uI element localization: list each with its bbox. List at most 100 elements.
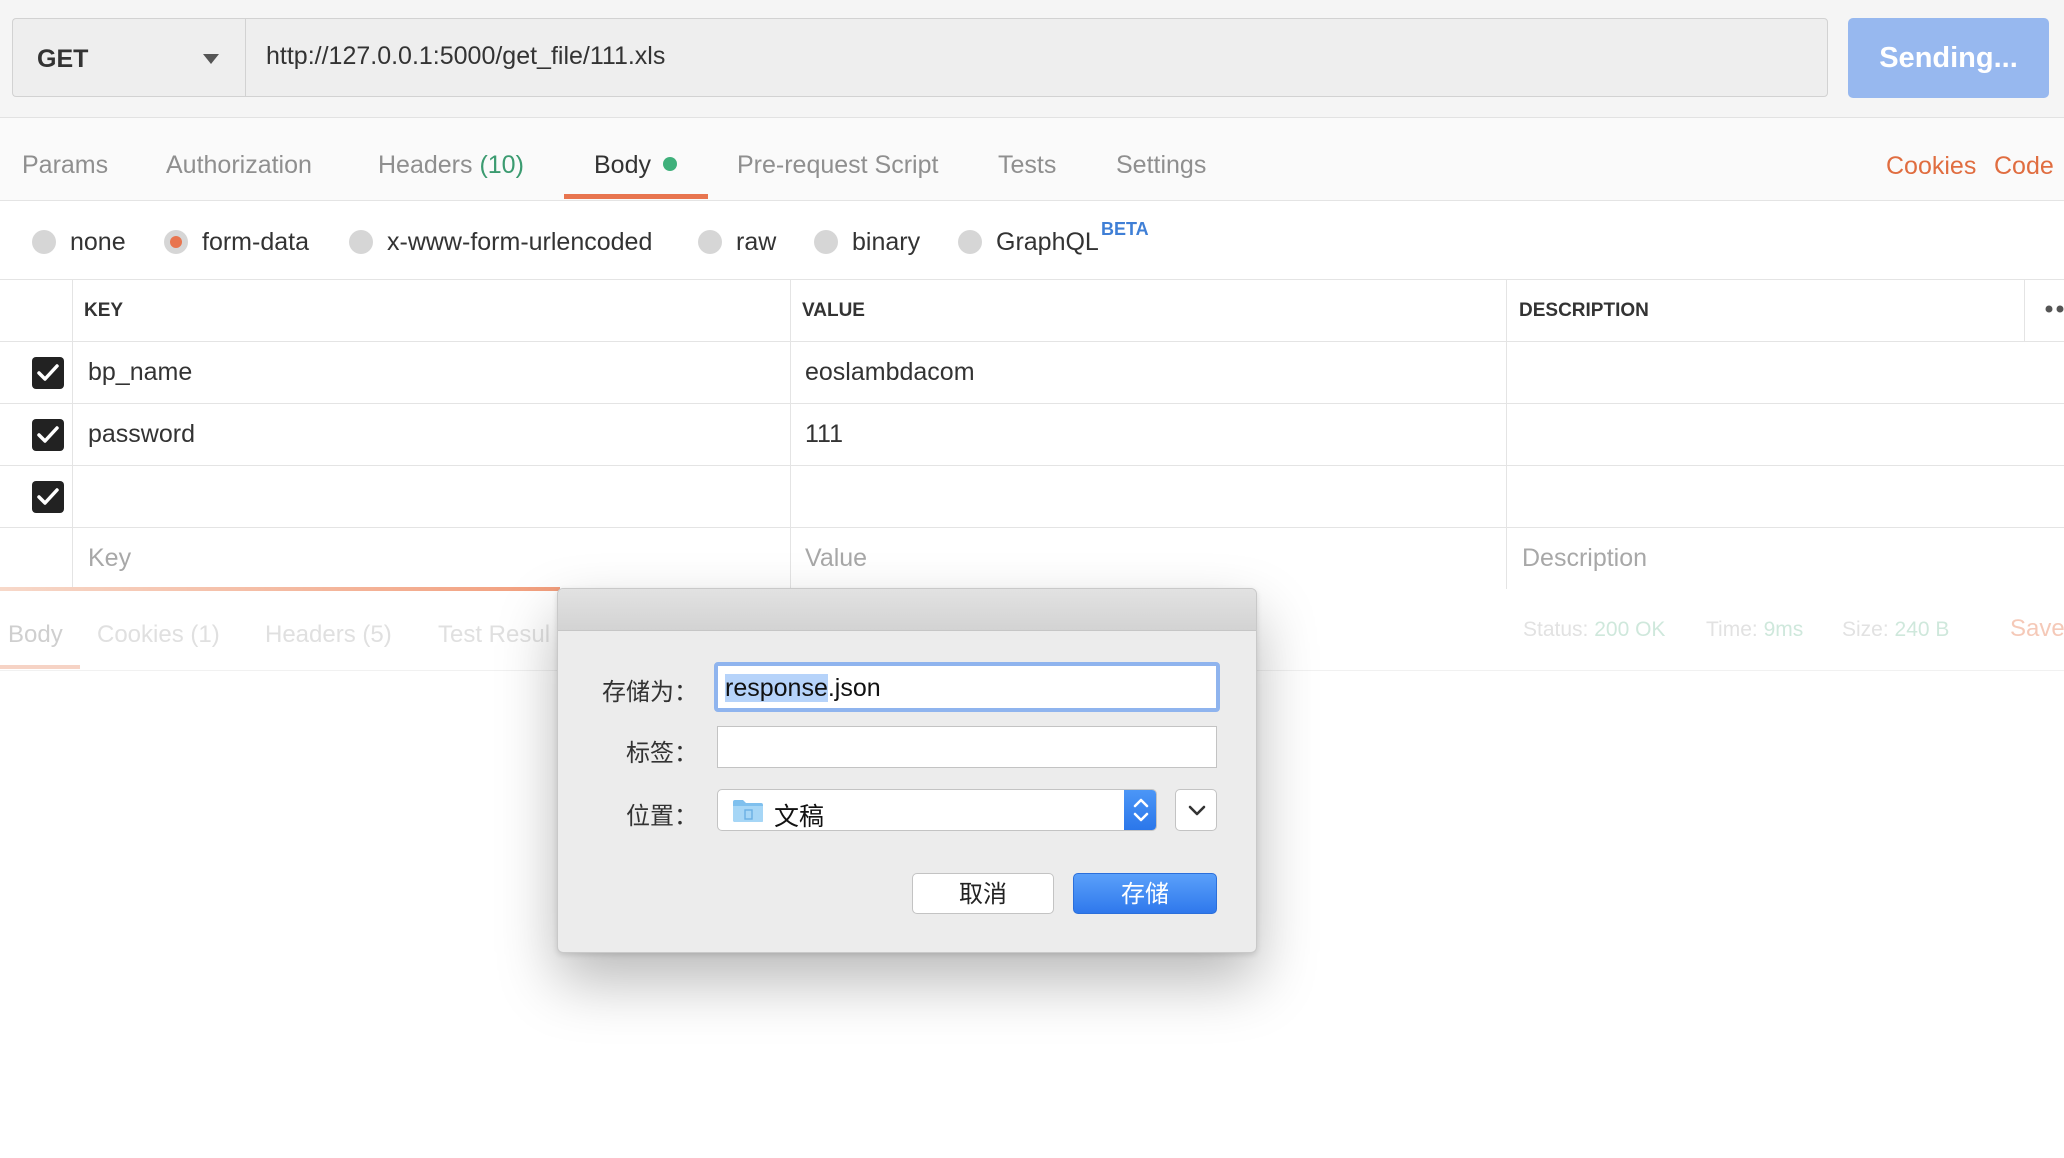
tags-label: 标签： [626, 740, 698, 767]
column-header-value: VALUE [802, 300, 865, 321]
table-row: bp_name eoslambdacom [0, 342, 2064, 404]
tab-headers-count: (10) [479, 151, 524, 179]
tags-input[interactable] [717, 726, 1217, 768]
folder-icon [732, 799, 764, 823]
description-placeholder[interactable]: Description [1522, 544, 1647, 573]
dialog-titlebar [558, 589, 1256, 631]
method-select[interactable]: GET [12, 18, 245, 97]
radio-none[interactable]: none [32, 227, 126, 257]
cookies-link[interactable]: Cookies [1886, 118, 1976, 214]
status-value: 200 OK [1594, 618, 1666, 641]
radio-urlencoded-label: x-www-form-urlencoded [387, 227, 653, 256]
radio-form-data[interactable]: form-data [164, 227, 309, 257]
column-header-description: DESCRIPTION [1519, 300, 1649, 321]
radio-circle [349, 230, 373, 254]
time-label: Time: [1706, 618, 1758, 641]
row-checkbox[interactable] [32, 419, 64, 451]
row-value[interactable]: 111 [805, 420, 843, 449]
chevron-down-icon [203, 54, 219, 64]
response-size: Size: 240 B [1842, 618, 1949, 642]
save-as-label: 存储为： [602, 679, 698, 706]
column-header-key: KEY [84, 300, 124, 321]
beta-badge: BETA [1101, 219, 1149, 239]
request-bar: GET http://127.0.0.1:5000/get_file/111.x… [0, 0, 2064, 118]
request-tabs: Params Authorization Headers (10) Body P… [0, 118, 2064, 201]
save-as-filename: response.json [725, 674, 881, 703]
row-checkbox[interactable] [32, 481, 64, 513]
response-tab-cookies-count: (1) [190, 621, 220, 648]
tab-prerequest-script[interactable]: Pre-request Script [737, 118, 938, 201]
tab-headers[interactable]: Headers (10) [378, 118, 524, 201]
response-tab-headers[interactable]: Headers (5) [265, 621, 392, 649]
url-input[interactable]: http://127.0.0.1:5000/get_file/111.xls [245, 18, 1828, 97]
radio-raw[interactable]: raw [698, 227, 776, 257]
table-new-row: Key Value Description [0, 528, 2064, 589]
column-divider [1506, 280, 1507, 589]
radio-graphql-label: GraphQL [996, 227, 1099, 256]
radio-raw-label: raw [736, 227, 777, 256]
tab-params[interactable]: Params [22, 118, 108, 201]
save-file-dialog: 存储为： response.json 标签： 位置： 文稿 取消 存储 [557, 588, 1257, 953]
key-placeholder[interactable]: Key [88, 544, 131, 573]
tab-authorization[interactable]: Authorization [166, 118, 312, 201]
body-modified-dot [663, 157, 677, 171]
save-response-button[interactable]: Save [2010, 615, 2064, 643]
row-value[interactable]: eoslambdacom [805, 358, 975, 387]
url-text: http://127.0.0.1:5000/get_file/111.xls [266, 42, 666, 70]
save-button[interactable]: 存储 [1073, 873, 1217, 914]
radio-circle [958, 230, 982, 254]
location-value: 文稿 [774, 803, 825, 831]
more-options-icon[interactable] [2045, 305, 2064, 313]
response-status: Status: 200 OK [1523, 618, 1665, 642]
radio-graphql[interactable]: GraphQL [958, 227, 1099, 257]
response-tab-headers-count: (5) [362, 621, 392, 648]
send-button[interactable]: Sending... [1848, 18, 2049, 98]
column-divider [790, 280, 791, 589]
response-tab-underline [0, 665, 80, 669]
response-tab-headers-label: Headers [265, 621, 356, 648]
radio-binary-label: binary [852, 227, 921, 256]
save-as-input[interactable]: response.json [714, 662, 1220, 712]
row-key[interactable]: password [88, 420, 195, 449]
time-value: 9ms [1763, 618, 1804, 641]
body-type-options: none form-data x-www-form-urlencoded raw… [0, 201, 2064, 280]
tab-settings[interactable]: Settings [1116, 118, 1206, 201]
size-value: 240 B [1894, 618, 1950, 641]
radio-x-www-form-urlencoded[interactable]: x-www-form-urlencoded [349, 227, 652, 257]
table-row: password 111 [0, 404, 2064, 466]
tab-headers-label: Headers [378, 151, 473, 179]
filename-selection: response [725, 674, 828, 702]
up-down-stepper-icon [1124, 790, 1156, 830]
table-row [0, 466, 2064, 528]
tab-body[interactable]: Body [594, 118, 651, 201]
column-divider [2024, 280, 2025, 342]
form-data-table: KEY VALUE DESCRIPTION bp_name eoslambdac… [0, 280, 2064, 589]
response-time: Time: 9ms [1706, 618, 1803, 642]
radio-circle-selected [164, 230, 188, 254]
filename-extension: .json [827, 674, 881, 702]
cancel-button[interactable]: 取消 [912, 873, 1054, 914]
radio-binary[interactable]: binary [814, 227, 920, 257]
radio-circle [814, 230, 838, 254]
tab-body-label: Body [594, 151, 651, 179]
row-checkbox[interactable] [32, 357, 64, 389]
value-placeholder[interactable]: Value [805, 544, 867, 573]
expand-dialog-button[interactable] [1175, 789, 1217, 831]
code-link[interactable]: Code [1994, 118, 2054, 214]
table-header-row: KEY VALUE DESCRIPTION [0, 280, 2064, 342]
radio-none-label: none [70, 227, 126, 256]
response-tab-body[interactable]: Body [8, 621, 63, 649]
column-divider [72, 280, 73, 589]
response-tab-cookies[interactable]: Cookies (1) [97, 621, 220, 649]
row-key[interactable]: bp_name [88, 358, 192, 387]
status-label: Status: [1523, 618, 1589, 641]
location-label: 位置： [626, 803, 698, 830]
response-tab-test-results[interactable]: Test Resul [438, 621, 550, 649]
radio-circle [698, 230, 722, 254]
radio-form-data-label: form-data [202, 227, 309, 256]
location-select[interactable]: 文稿 [717, 789, 1157, 831]
size-label: Size: [1842, 618, 1889, 641]
tab-tests[interactable]: Tests [998, 118, 1056, 201]
method-label: GET [37, 45, 89, 73]
response-tab-cookies-label: Cookies [97, 621, 184, 648]
